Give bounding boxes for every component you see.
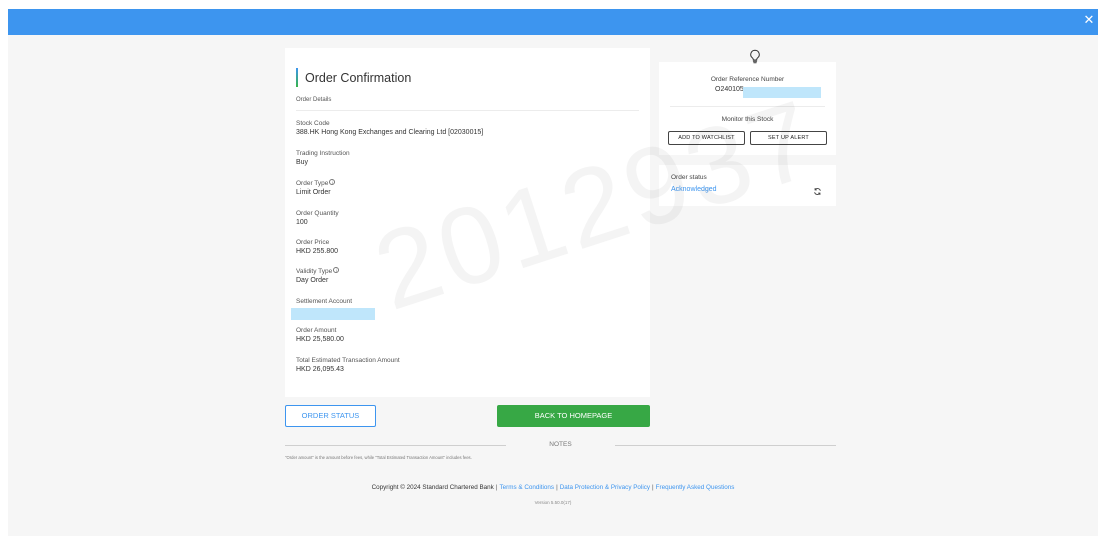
field-value: HKD 255.800 <box>296 248 339 255</box>
divider <box>285 445 506 446</box>
terms-link[interactable]: Terms & Conditions <box>499 484 554 491</box>
field-value: Limit Order <box>296 189 331 196</box>
field-order-amount: Order Amount HKD 25,580.00 <box>296 326 344 345</box>
page-title: Order Confirmation <box>305 70 412 85</box>
field-validity-type: Validity Type i Day Order <box>296 267 340 286</box>
field-label: Order Price <box>296 239 330 246</box>
field-label: Order Quantity <box>296 210 339 217</box>
redacted-account <box>291 308 375 320</box>
info-icon[interactable]: i <box>329 179 336 185</box>
divider <box>615 445 836 446</box>
redaction-block <box>291 308 375 320</box>
field-trading-instruction: Trading Instruction Buy <box>296 149 350 168</box>
field-value: HKD 26,095.43 <box>296 366 344 373</box>
field-label: Stock Code <box>296 120 330 127</box>
privacy-policy-link[interactable]: Data Protection & Privacy Policy <box>560 484 650 491</box>
field-total-estimated-amount: Total Estimated Transaction Amount HKD 2… <box>296 356 400 375</box>
lightbulb-icon <box>750 49 760 64</box>
refresh-icon[interactable] <box>813 187 822 196</box>
version-text: Version 5.50.0(17) <box>534 500 572 505</box>
field-order-type: Order Type i Limit Order <box>296 179 336 198</box>
field-value: 100 <box>296 219 308 226</box>
field-value: HKD 25,580.00 <box>296 336 344 343</box>
field-label-text: Validity Type <box>296 268 333 275</box>
field-label: Validity Type i <box>296 267 340 276</box>
modal-title-bar: ✕ <box>8 9 1098 35</box>
field-label: Total Estimated Transaction Amount <box>296 357 400 364</box>
field-label: Order Type i <box>296 179 336 188</box>
separator: | <box>495 484 498 491</box>
add-to-watchlist-button[interactable]: ADD TO WATCHLIST <box>668 131 745 145</box>
order-status-label: Order status <box>671 174 707 181</box>
title-wrap: Order Confirmation <box>296 68 411 87</box>
field-order-price: Order Price HKD 255.800 <box>296 238 338 257</box>
divider <box>670 106 825 107</box>
set-up-alert-button[interactable]: SET UP ALERT <box>750 131 827 145</box>
close-icon[interactable]: ✕ <box>1082 13 1096 27</box>
field-order-quantity: Order Quantity 100 <box>296 209 339 228</box>
info-icon[interactable]: i <box>333 267 340 273</box>
field-value: 388.HK Hong Kong Exchanges and Clearing … <box>296 129 484 136</box>
copyright-text: Copyright © 2024 Standard Chartered Bank <box>371 484 494 491</box>
order-confirmation-card: Order Confirmation Order Details Stock C… <box>285 48 650 397</box>
title-accent-bar <box>296 68 298 87</box>
separator: | <box>652 484 654 491</box>
reference-number: O240105 <box>715 86 744 93</box>
monitor-stock-label: Monitor this Stock <box>721 116 774 123</box>
field-settlement-account: Settlement Account <box>291 297 375 320</box>
field-stock-code: Stock Code 388.HK Hong Kong Exchanges an… <box>296 119 483 138</box>
separator: | <box>556 484 558 491</box>
back-to-homepage-button[interactable]: BACK TO HOMEPAGE <box>497 405 650 427</box>
field-label: Order Amount <box>296 327 337 334</box>
footer: Copyright © 2024 Standard Chartered Bank… <box>0 484 1106 491</box>
divider <box>296 110 639 111</box>
field-value: Day Order <box>296 277 329 284</box>
order-status-value: Acknowledged <box>671 186 717 193</box>
field-label: Trading Instruction <box>296 150 350 157</box>
faq-link[interactable]: Frequently Asked Questions <box>656 484 735 491</box>
notes-heading: NOTES <box>549 441 572 448</box>
order-details-heading: Order Details <box>296 97 332 103</box>
field-value: Buy <box>296 159 309 166</box>
notes-text: "Order amount" is the amount before fees… <box>285 455 472 460</box>
reference-label: Order Reference Number <box>710 76 785 83</box>
field-label-text: Order Type <box>296 180 329 187</box>
field-label: Settlement Account <box>296 298 353 305</box>
redaction-block <box>743 87 821 98</box>
order-status-button[interactable]: ORDER STATUS <box>285 405 376 427</box>
